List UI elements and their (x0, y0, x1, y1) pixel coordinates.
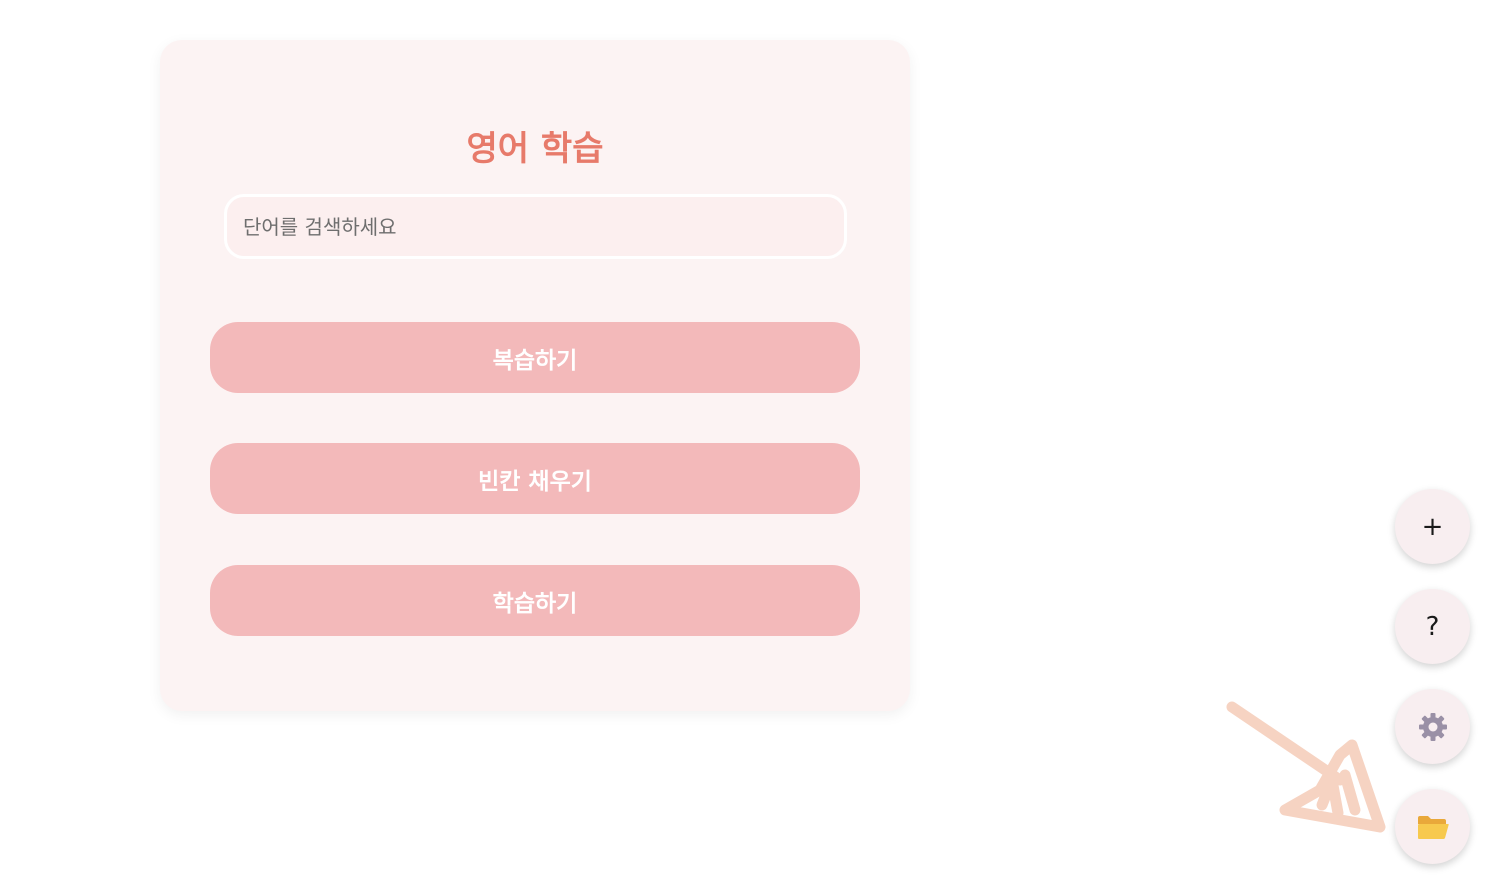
page-title: 영어 학습 (466, 129, 604, 169)
settings-button[interactable] (1395, 689, 1470, 764)
folder-button[interactable] (1395, 789, 1470, 864)
gear-icon (1418, 712, 1447, 741)
folder-icon (1417, 815, 1449, 839)
question-icon: ? (1425, 611, 1440, 642)
annotation-arrow-scribble (1226, 701, 1386, 833)
review-button[interactable]: 복습하기 (210, 322, 860, 393)
help-button[interactable]: ? (1395, 589, 1470, 664)
add-button[interactable]: + (1395, 489, 1470, 564)
search-input[interactable] (224, 194, 847, 259)
plus-icon: + (1421, 511, 1444, 542)
study-button[interactable]: 학습하기 (210, 565, 860, 636)
fill-blank-button[interactable]: 빈칸 채우기 (210, 443, 860, 514)
